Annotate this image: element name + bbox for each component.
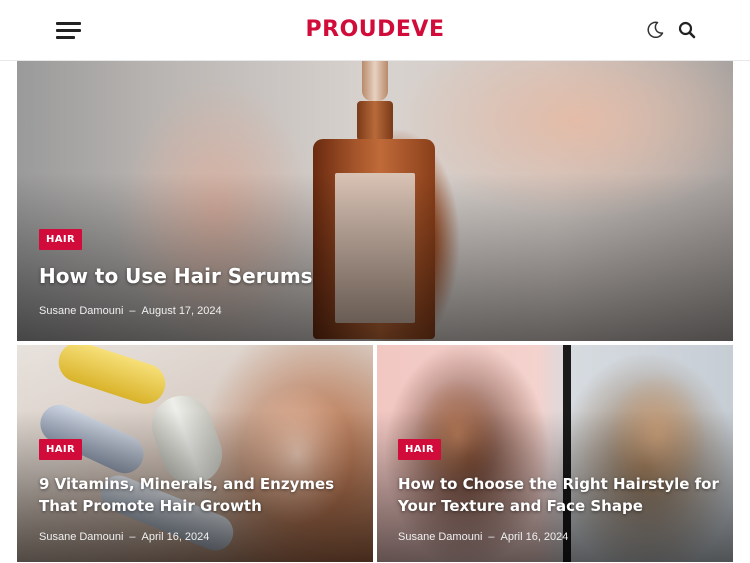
moon-icon[interactable] [645,20,665,40]
image-overlay [17,61,733,341]
site-header: PROUDEVE [0,0,750,61]
post-meta: Susane Damouni – August 17, 2024 [39,305,222,317]
post-meta: Susane Damouni – April 16, 2024 [398,531,568,543]
post-title[interactable]: How to Use Hair Serums [39,263,639,289]
post-meta: Susane Damouni – April 16, 2024 [39,531,209,543]
post-author[interactable]: Susane Damouni [39,531,123,543]
site-logo[interactable]: PROUDEVE [0,17,750,42]
post-author[interactable]: Susane Damouni [398,531,482,543]
post-date: April 16, 2024 [500,531,569,543]
post-author[interactable]: Susane Damouni [39,305,123,317]
meta-separator: – [488,531,495,543]
meta-separator: – [129,305,136,317]
featured-post-card[interactable]: HAIR How to Use Hair Serums Susane Damou… [17,61,733,341]
search-icon[interactable] [677,20,697,40]
category-badge[interactable]: HAIR [39,439,83,460]
meta-separator: – [129,531,136,543]
post-title[interactable]: 9 Vitamins, Minerals, and Enzymes That P… [39,473,359,517]
post-card[interactable]: HAIR 9 Vitamins, Minerals, and Enzymes T… [17,345,373,562]
post-card[interactable]: HAIR How to Choose the Right Hairstyle f… [377,345,733,562]
post-date: April 16, 2024 [141,531,210,543]
category-badge[interactable]: HAIR [398,439,442,460]
category-badge[interactable]: HAIR [39,229,83,250]
post-date: August 17, 2024 [141,305,222,317]
post-title[interactable]: How to Choose the Right Hairstyle for Yo… [398,473,723,517]
